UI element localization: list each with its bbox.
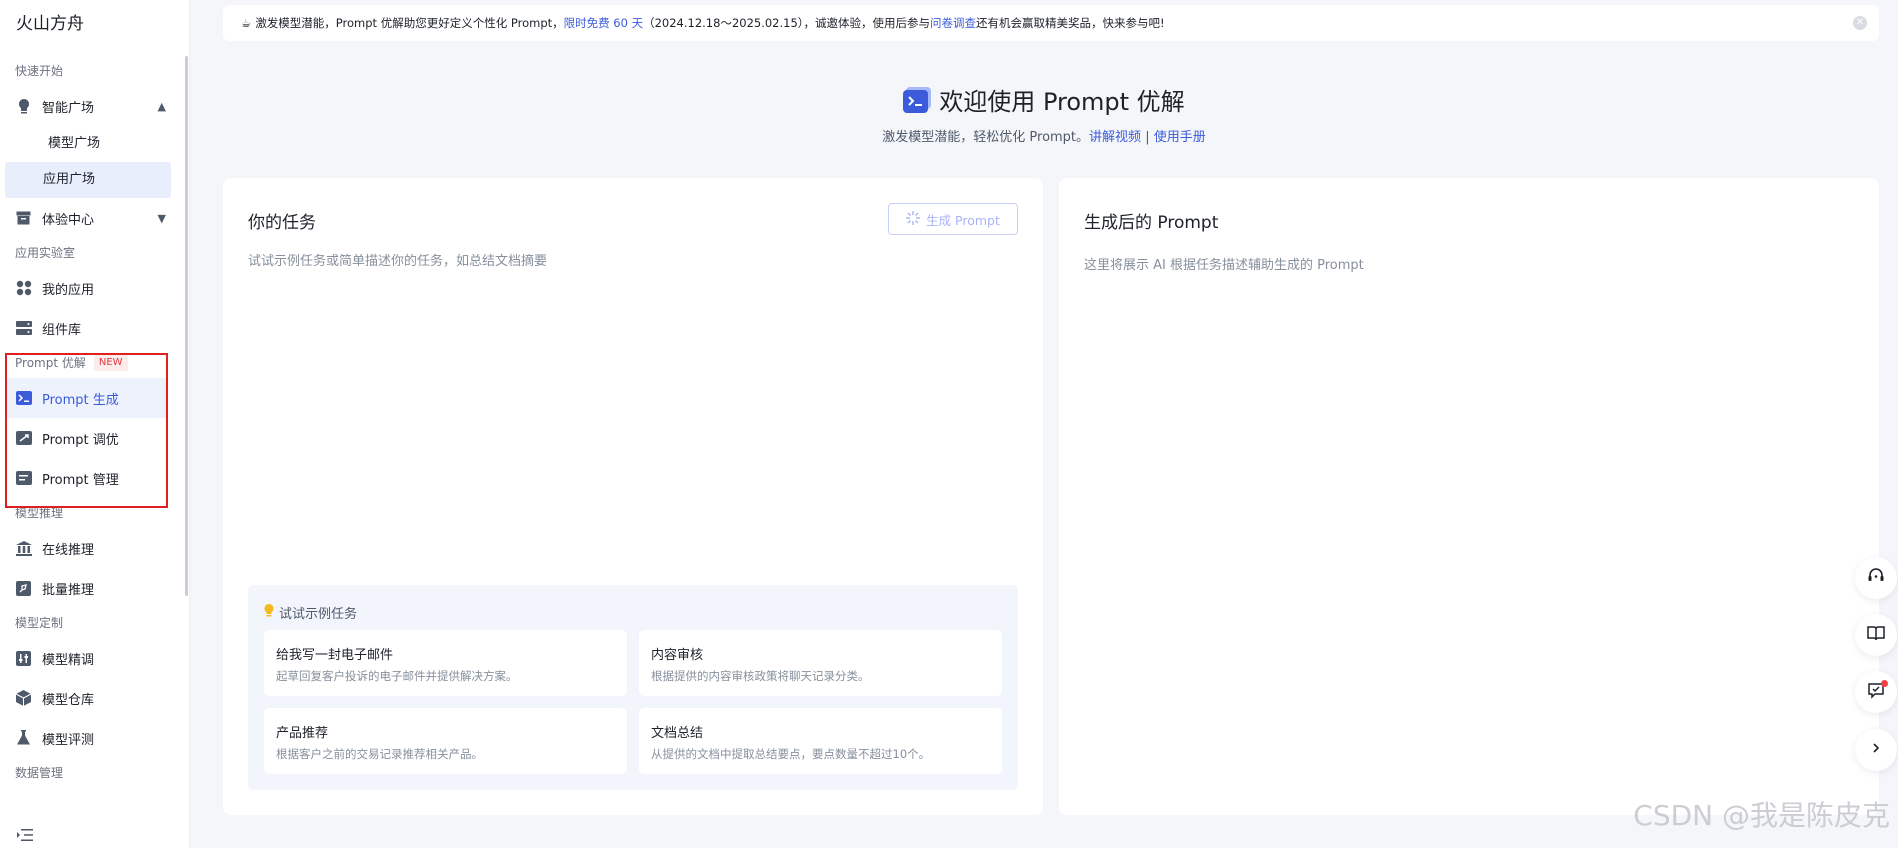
box-icon: [15, 210, 32, 227]
sidebar-item-model-repo[interactable]: 模型仓库: [0, 678, 186, 718]
sidebar-item-model-finetune[interactable]: 模型精调: [0, 638, 186, 678]
notice-banner: ☕ 激发模型潜能，Prompt 优解助您更好定义个性化 Prompt， 限时免费…: [223, 5, 1879, 41]
video-link[interactable]: 讲解视频: [1089, 130, 1141, 145]
sidebar-item-label: 组件库: [42, 322, 82, 338]
task-panel: 你的任务 生成 Prompt 试试示例任务 给我写一封电子邮件 起草回复客户投诉…: [223, 178, 1043, 815]
close-icon[interactable]: ✕: [1853, 16, 1867, 30]
support-button[interactable]: [1855, 557, 1897, 599]
section-data-mgmt: 数据管理: [15, 766, 64, 780]
sidebar-item-label: 批量推理: [42, 582, 95, 598]
sidebar-item-app-plaza[interactable]: 应用广场: [5, 162, 171, 198]
sidebar-item-label: 模型评测: [42, 732, 95, 748]
sidebar-item-prompt-tune[interactable]: Prompt 调优: [0, 418, 186, 458]
notice-text-c: 还有机会赢取精美奖品，快来参与吧!: [976, 16, 1165, 30]
example-card-desc: 根据客户之前的交易记录推荐相关产品。: [276, 747, 483, 761]
cube-icon: [15, 690, 32, 707]
example-tasks-title: 试试示例任务: [279, 607, 358, 622]
sidebar-item-prompt-gen[interactable]: Prompt 生成: [5, 378, 166, 418]
link-separator: |: [1141, 130, 1154, 145]
notice-text-a: 激发模型潜能，Prompt 优解助您更好定义个性化 Prompt，: [255, 16, 564, 30]
terminal-icon: [15, 390, 32, 407]
task-panel-title: 你的任务: [248, 213, 316, 233]
result-panel-title: 生成后的 Prompt: [1084, 213, 1219, 233]
server-icon: [15, 320, 32, 337]
terminal-logo-icon: [903, 86, 932, 113]
sidebar-item-exp-center[interactable]: 体验中心 ▼: [0, 198, 186, 238]
sidebar-item-label: 在线推理: [42, 542, 95, 558]
sidebar-item-label: Prompt 管理: [42, 472, 119, 488]
example-card[interactable]: 内容审核 根据提供的内容审核政策将聊天记录分类。: [639, 630, 1002, 696]
feedback-button[interactable]: [1855, 671, 1897, 713]
section-model-infer: 模型推理: [15, 506, 64, 520]
bank-icon: [15, 540, 32, 557]
subtitle-text: 激发模型潜能，轻松优化 Prompt。: [882, 130, 1090, 145]
sidebar-item-label: 模型仓库: [42, 692, 95, 708]
result-placeholder: 这里将展示 AI 根据任务描述辅助生成的 Prompt: [1084, 258, 1364, 273]
example-card-desc: 从提供的文档中提取总结要点，要点数量不超过10个。: [651, 747, 931, 761]
rocket-icon: [15, 580, 32, 597]
headset-icon: [1867, 567, 1885, 589]
chevron-right-icon: [1871, 742, 1881, 758]
sidebar-item-model-eval[interactable]: 模型评测: [0, 718, 186, 758]
new-badge: NEW: [93, 355, 128, 371]
example-card[interactable]: 产品推荐 根据客户之前的交易记录推荐相关产品。: [264, 708, 627, 774]
manual-link[interactable]: 使用手册: [1154, 130, 1206, 145]
section-app-lab: 应用实验室: [15, 246, 76, 260]
generate-prompt-button[interactable]: 生成 Prompt: [888, 203, 1018, 235]
coffee-icon: ☕: [241, 16, 252, 30]
sidebar-item-online-infer[interactable]: 在线推理: [0, 528, 186, 568]
example-card-title: 给我写一封电子邮件: [276, 648, 394, 663]
task-input[interactable]: [248, 250, 1018, 550]
collapse-menu-icon[interactable]: [17, 828, 33, 842]
sidebar-item-label: Prompt 调优: [42, 432, 119, 448]
example-tasks: 试试示例任务 给我写一封电子邮件 起草回复客户投诉的电子邮件并提供解决方案。 内…: [248, 585, 1018, 790]
tune-icon: [15, 430, 32, 447]
example-tasks-header: 试试示例任务: [264, 603, 357, 622]
section-label: Prompt 优解: [15, 356, 86, 370]
sidebar-menu: 快速开始 智能广场 ▲ 模型广场 应用广场 体验中心 ▼ 应用实验室 我的应用: [0, 56, 186, 816]
page-title: 欢迎使用 Prompt 优解: [0, 82, 1898, 117]
example-card-title: 产品推荐: [276, 726, 329, 741]
sidebar-item-label: Prompt 生成: [42, 392, 119, 408]
survey-link[interactable]: 问卷调查: [930, 15, 976, 31]
notification-dot: [1881, 680, 1888, 687]
example-card-desc: 根据提供的内容审核政策将聊天记录分类。: [651, 669, 870, 683]
sidebar-item-component-lib[interactable]: 组件库: [0, 308, 186, 348]
sliders-icon: [15, 650, 32, 667]
page-subtitle: 激发模型潜能，轻松优化 Prompt。讲解视频 | 使用手册: [0, 126, 1898, 145]
sidebar-item-label: 模型精调: [42, 652, 95, 668]
expand-button[interactable]: [1855, 729, 1897, 771]
sidebar-item-label: 体验中心: [42, 212, 95, 228]
example-card-desc: 起草回复客户投诉的电子邮件并提供解决方案。: [276, 669, 518, 683]
sidebar-item-my-apps[interactable]: 我的应用: [0, 268, 186, 308]
result-panel: 生成后的 Prompt 这里将展示 AI 根据任务描述辅助生成的 Prompt: [1059, 178, 1879, 815]
example-card[interactable]: 给我写一封电子邮件 起草回复客户投诉的电子邮件并提供解决方案。: [264, 630, 627, 696]
apps-icon: [15, 280, 32, 297]
bulb-icon: [264, 604, 274, 621]
section-prompt-opt: Prompt 优解 NEW: [0, 348, 186, 378]
book-icon: [1867, 625, 1885, 645]
generate-prompt-label: 生成 Prompt: [926, 212, 1000, 228]
example-card[interactable]: 文档总结 从提供的文档中提取总结要点，要点数量不超过10个。: [639, 708, 1002, 774]
page-title-text: 欢迎使用 Prompt 优解: [939, 88, 1185, 116]
notice-text-b: （2024.12.18～2025.02.15），诚邀体验，使用后参与: [643, 16, 931, 30]
sidebar-item-label: 我的应用: [42, 282, 95, 298]
notice-highlight: 限时免费 60 天: [563, 16, 644, 30]
sidebar-item-batch-infer[interactable]: 批量推理: [0, 568, 186, 608]
flask-icon: [15, 730, 32, 747]
example-card-title: 内容审核: [651, 648, 704, 663]
brand-title: 火山方舟: [16, 14, 84, 34]
sidebar-item-prompt-manage[interactable]: Prompt 管理: [0, 458, 186, 498]
list-box-icon: [15, 470, 32, 487]
watermark: CSDN @我是陈皮克: [1633, 799, 1890, 832]
section-model-custom: 模型定制: [15, 616, 64, 630]
example-card-title: 文档总结: [651, 726, 704, 741]
sparkle-icon: [906, 210, 921, 228]
chevron-down-icon: ▼: [157, 211, 166, 225]
docs-button[interactable]: [1855, 614, 1897, 656]
